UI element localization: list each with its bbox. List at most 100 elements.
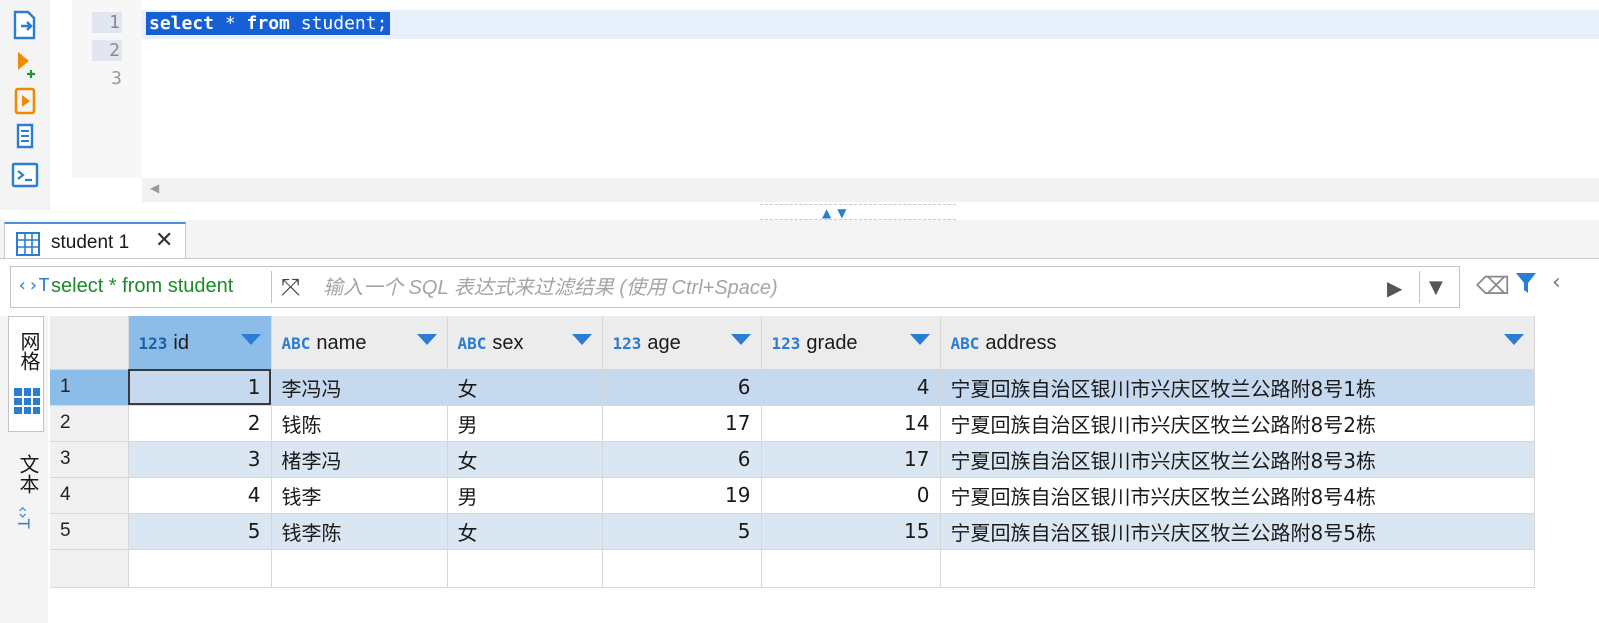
sql-keyword: select: [149, 13, 215, 34]
results-grid[interactable]: 123 id ABC name ABC sex 123 age 123 grade ABC…: [50, 316, 1535, 588]
cell-id[interactable]: 3: [128, 441, 272, 478]
query-text[interactable]: select * from student: [51, 275, 233, 298]
table-row[interactable]: 4 4 钱李 男 19 0 宁夏回族自治区银川市兴庆区牧兰公路附8号4栋: [50, 477, 1535, 514]
cell-age[interactable]: 5: [602, 513, 762, 550]
execute-statement-icon[interactable]: [10, 86, 40, 116]
horizontal-scrollbar[interactable]: ◀: [142, 178, 1599, 202]
chevron-left-icon[interactable]: ‹: [1552, 270, 1561, 295]
sort-dropdown-icon[interactable]: [730, 334, 751, 345]
type-badge: 123: [138, 333, 168, 353]
column-header-grade[interactable]: 123 grade: [761, 316, 941, 370]
sql-text: *: [214, 13, 247, 34]
cell-name[interactable]: 楮李冯: [271, 441, 448, 478]
cell-age[interactable]: 19: [602, 477, 762, 514]
table-row[interactable]: 3 3 楮李冯 女 6 17 宁夏回族自治区银川市兴庆区牧兰公路附8号3栋: [50, 441, 1535, 478]
sort-dropdown-icon[interactable]: [571, 334, 592, 345]
cell-name[interactable]: 钱陈: [271, 405, 448, 442]
header-row: 123 id ABC name ABC sex 123 age 123 grade ABC…: [50, 316, 1535, 370]
type-badge: 123: [612, 333, 642, 353]
empty-cell: [602, 549, 762, 588]
row-number[interactable]: 2: [50, 405, 129, 442]
cell-sex[interactable]: 女: [447, 441, 603, 478]
eraser-icon[interactable]: ⌫: [1476, 272, 1510, 300]
cell-id[interactable]: 2: [128, 405, 272, 442]
tab-student-1[interactable]: student 1 ✕: [4, 222, 186, 258]
console-icon[interactable]: [10, 160, 40, 190]
empty-cell: [447, 549, 603, 588]
table-row[interactable]: 2 2 钱陈 男 17 14 宁夏回族自治区银川市兴庆区牧兰公路附8号2栋: [50, 405, 1535, 442]
cell-age[interactable]: 17: [602, 405, 762, 442]
cell-grade[interactable]: 0: [761, 477, 941, 514]
sort-dropdown-icon[interactable]: [240, 334, 261, 345]
cell-grade[interactable]: 17: [761, 441, 941, 478]
cell-sex[interactable]: 男: [447, 405, 603, 442]
cell-address[interactable]: 宁夏回族自治区银川市兴庆区牧兰公路附8号1栋: [940, 369, 1535, 406]
column-header-id[interactable]: 123 id: [128, 316, 272, 370]
cell-sex[interactable]: 男: [447, 477, 603, 514]
column-name: grade: [806, 331, 858, 354]
text-view-icon: ‹›T: [14, 506, 33, 529]
sort-dropdown-icon[interactable]: [1503, 334, 1524, 345]
tab-text-view[interactable]: 文本 ‹›T: [8, 450, 44, 540]
cell-sex[interactable]: 女: [447, 513, 603, 550]
empty-cell: [271, 549, 448, 588]
cell-id[interactable]: 5: [128, 513, 272, 550]
cell-sex[interactable]: 女: [447, 369, 603, 406]
cell-address[interactable]: 宁夏回族自治区银川市兴庆区牧兰公路附8号2栋: [940, 405, 1535, 442]
row-number[interactable]: 5: [50, 513, 129, 550]
column-name: sex: [492, 331, 524, 354]
column-header-sex[interactable]: ABC sex: [447, 316, 603, 370]
apply-filter-icon[interactable]: ▶: [1387, 276, 1402, 300]
cell-address[interactable]: 宁夏回族自治区银川市兴庆区牧兰公路附8号3栋: [940, 441, 1535, 478]
tab-grid-view[interactable]: 网格: [8, 316, 44, 432]
scroll-left-icon[interactable]: ◀: [150, 181, 159, 195]
table-row[interactable]: 1 1 李冯冯 女 6 4 宁夏回族自治区银川市兴庆区牧兰公路附8号1栋: [50, 369, 1535, 406]
execute-query-icon[interactable]: [10, 48, 40, 78]
filter-history-dropdown-icon[interactable]: ▼: [1429, 277, 1443, 298]
cell-name[interactable]: 李冯冯: [271, 369, 448, 406]
explain-plan-icon[interactable]: [10, 122, 40, 152]
type-badge: ABC: [950, 333, 980, 353]
grid-corner[interactable]: [50, 316, 129, 370]
close-icon[interactable]: ✕: [155, 230, 173, 252]
grid-icon: [13, 387, 41, 419]
cell-address[interactable]: 宁夏回族自治区银川市兴庆区牧兰公路附8号5栋: [940, 513, 1535, 550]
sql-text: student;: [289, 13, 388, 34]
column-header-name[interactable]: ABC name: [271, 316, 448, 370]
cell-id[interactable]: 1: [128, 369, 272, 406]
column-name: age: [647, 331, 681, 354]
column-name: name: [316, 331, 367, 354]
type-badge: 123: [771, 333, 801, 353]
grid-view-label: 网格: [17, 331, 41, 371]
filter-input[interactable]: [321, 271, 1375, 305]
row-number[interactable]: 3: [50, 441, 129, 478]
filter-bar: ‹›T select * from student ⤧ ▶ ▼: [10, 266, 1460, 308]
row-number[interactable]: 1: [50, 369, 129, 406]
selected-sql-text[interactable]: select * from student;: [146, 12, 391, 35]
line-number: 2: [92, 40, 122, 61]
column-header-age[interactable]: 123 age: [602, 316, 762, 370]
panel-splitter[interactable]: [760, 204, 956, 220]
line-number-gutter: 1 2 3: [72, 0, 142, 178]
execute-script-icon[interactable]: [10, 10, 40, 40]
filter-funnel-icon[interactable]: [1514, 270, 1538, 302]
cell-address[interactable]: 宁夏回族自治区银川市兴庆区牧兰公路附8号4栋: [940, 477, 1535, 514]
sort-dropdown-icon[interactable]: [416, 334, 437, 345]
splitter-arrows-icon[interactable]: ▲▼: [822, 206, 852, 220]
cell-grade[interactable]: 14: [761, 405, 941, 442]
cell-grade[interactable]: 15: [761, 513, 941, 550]
text-view-label: 文本: [16, 454, 40, 494]
cell-id[interactable]: 4: [128, 477, 272, 514]
column-header-address[interactable]: ABC address: [940, 316, 1535, 370]
cell-name[interactable]: 钱李: [271, 477, 448, 514]
table-row[interactable]: 5 5 钱李陈 女 5 15 宁夏回族自治区银川市兴庆区牧兰公路附8号5栋: [50, 513, 1535, 550]
cell-name[interactable]: 钱李陈: [271, 513, 448, 550]
cell-age[interactable]: 6: [602, 441, 762, 478]
expand-icon[interactable]: ⤧: [281, 273, 300, 301]
row-number[interactable]: 4: [50, 477, 129, 514]
cell-grade[interactable]: 4: [761, 369, 941, 406]
cell-age[interactable]: 6: [602, 369, 762, 406]
sql-editor[interactable]: select * from student;: [142, 0, 1599, 178]
sort-dropdown-icon[interactable]: [909, 334, 930, 345]
divider: [1419, 271, 1420, 303]
